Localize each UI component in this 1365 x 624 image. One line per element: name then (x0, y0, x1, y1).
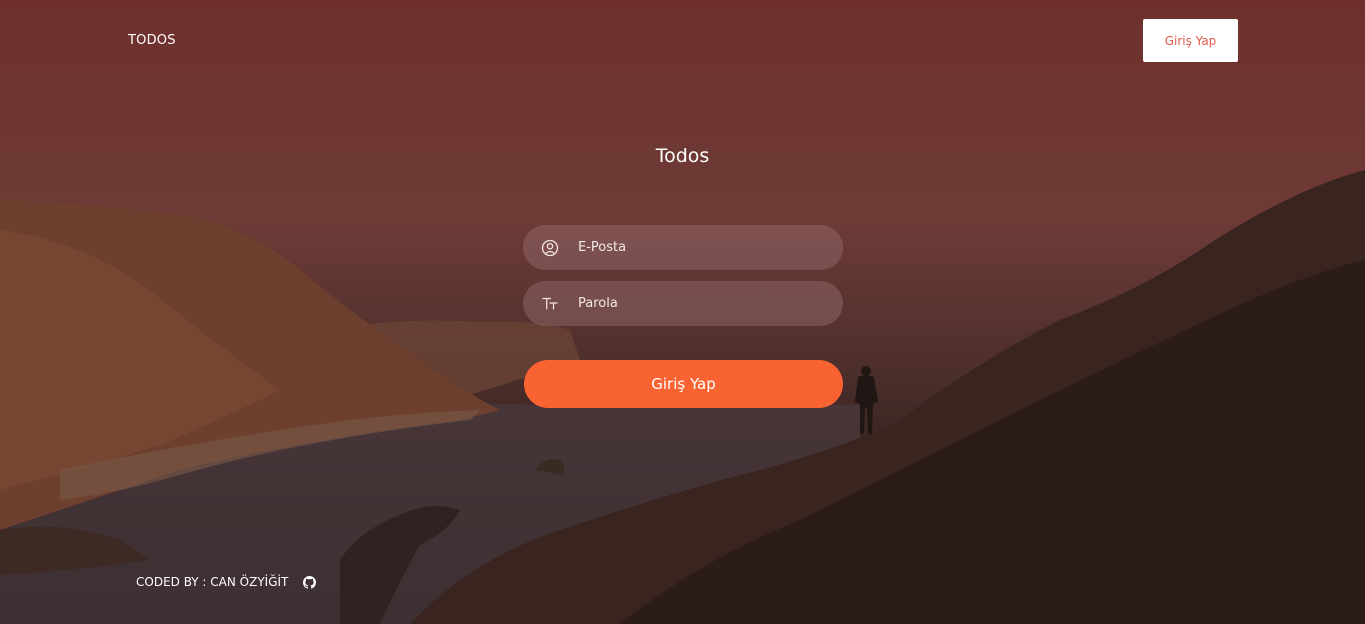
footer: CODED BY : CAN ÖZYİĞİT (136, 575, 317, 589)
github-icon[interactable] (303, 575, 317, 589)
password-input[interactable] (576, 295, 820, 312)
password-field[interactable] (523, 281, 843, 326)
email-input[interactable] (576, 239, 820, 256)
login-submit-button[interactable]: Giriş Yap (524, 360, 843, 408)
nav-login-button[interactable]: Giriş Yap (1143, 19, 1238, 62)
page-title: Todos (655, 145, 710, 167)
brand-logo[interactable]: TODOS (128, 33, 176, 48)
text-size-icon (541, 295, 559, 313)
user-circle-icon (541, 239, 559, 257)
login-page: TODOS Giriş Yap Todos Giriş Yap CODED BY… (0, 0, 1365, 624)
email-field[interactable] (523, 225, 843, 270)
footer-credit: CODED BY : CAN ÖZYİĞİT (136, 575, 289, 589)
